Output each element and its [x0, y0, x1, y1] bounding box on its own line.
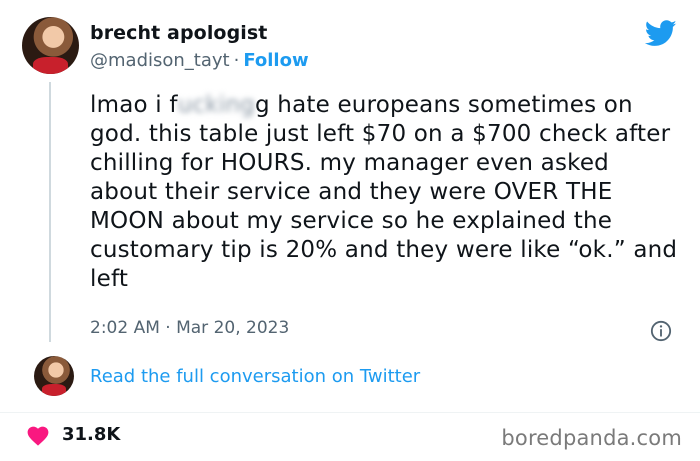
conversation-avatar[interactable] [34, 356, 74, 396]
author-handle-row: @madison_tayt · Follow [90, 50, 309, 71]
tweet-text: lmao i fuckingg hate europeans sometimes… [90, 91, 680, 294]
info-icon[interactable] [650, 320, 672, 342]
thread-line [49, 82, 51, 342]
tweet-timestamp[interactable]: 2:02 AM · Mar 20, 2023 [90, 318, 289, 338]
read-conversation-link[interactable]: Read the full conversation on Twitter [90, 366, 420, 387]
censored-word: ucking [177, 92, 255, 118]
author-display-name[interactable]: brecht apologist [90, 22, 268, 44]
tweet-text-rest: g hate europeans sometimes on god. this … [90, 92, 678, 292]
heart-icon[interactable] [26, 424, 50, 446]
tweet-text-start: lmao i f [90, 92, 178, 118]
author-handle[interactable]: @madison_tayt [90, 50, 230, 71]
boredpanda-watermark: boredpanda.com [501, 426, 682, 450]
author-avatar[interactable] [22, 17, 79, 74]
separator-dot: · [233, 50, 240, 71]
twitter-logo-icon[interactable] [645, 20, 677, 47]
like-count[interactable]: 31.8K [62, 424, 120, 445]
follow-button[interactable]: Follow [243, 50, 308, 71]
footer-divider [0, 412, 700, 413]
